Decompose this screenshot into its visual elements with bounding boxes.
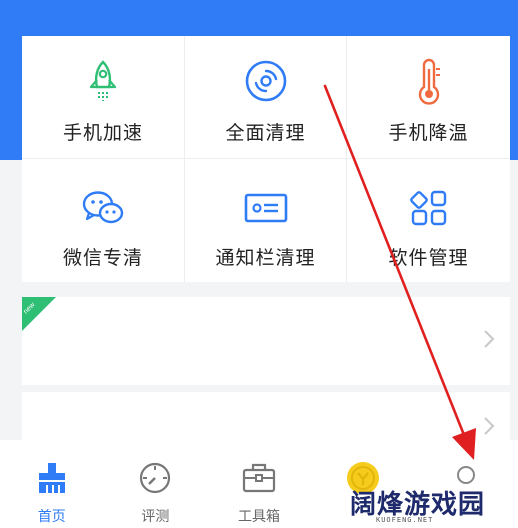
chevron-right-icon: [484, 417, 495, 435]
broom-icon: [34, 460, 70, 496]
notification-card-icon: [243, 185, 289, 231]
thermometer-icon: [406, 58, 452, 105]
tab-label: 评测: [141, 509, 170, 525]
tool-full-clean[interactable]: 全面清理: [185, 36, 347, 159]
tab-label: 工具箱: [237, 509, 280, 525]
tool-label: 手机降温: [388, 122, 469, 144]
disc-clean-icon: [243, 58, 289, 104]
tab-review[interactable]: 评测: [104, 440, 208, 528]
chevron-right-icon: [484, 330, 495, 348]
new-badge: new: [22, 297, 56, 331]
site-watermark: 阔烽游戏园 KUOFENG.NET: [346, 484, 518, 528]
apps-grid-icon: [406, 185, 452, 231]
tool-app-manager[interactable]: 软件管理: [347, 159, 510, 282]
watermark-url: KUOFENG.NET: [376, 516, 434, 524]
tab-home[interactable]: 首页: [0, 440, 104, 528]
tool-phone-cooldown[interactable]: 手机降温: [347, 36, 510, 159]
tool-label: 微信专清: [62, 247, 143, 269]
speedometer-icon: [137, 460, 173, 496]
wechat-icon: [80, 185, 126, 231]
tab-label: 首页: [37, 509, 66, 525]
tab-toolbox[interactable]: 工具箱: [207, 440, 311, 528]
toolbox-icon: [241, 460, 277, 496]
tool-label: 手机加速: [62, 122, 143, 144]
tool-label: 软件管理: [388, 247, 469, 269]
tool-label: 全面清理: [225, 122, 306, 144]
tool-notification-clean[interactable]: 通知栏清理: [185, 159, 347, 282]
feature-card[interactable]: new: [22, 297, 510, 385]
tool-label: 通知栏清理: [215, 247, 316, 269]
rocket-icon: [80, 58, 126, 104]
tool-wechat-clean[interactable]: 微信专清: [22, 159, 185, 282]
tool-phone-boost[interactable]: 手机加速: [22, 36, 185, 159]
tools-grid: 手机加速 全面清理 手机降温 微信专清 通知栏清理 软件管理: [22, 36, 510, 282]
